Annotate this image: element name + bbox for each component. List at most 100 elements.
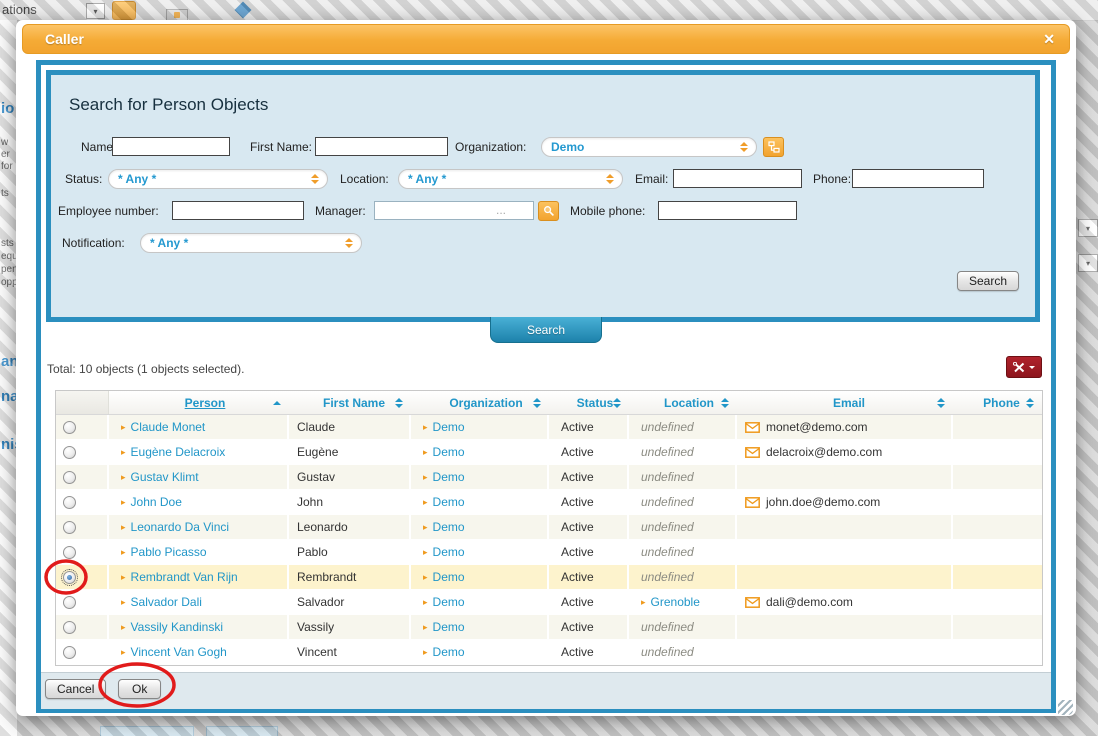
location-cell: undefined xyxy=(629,465,737,489)
bullet-icon: ▸ xyxy=(121,447,126,458)
person-link[interactable]: Claude Monet xyxy=(131,420,206,434)
email-text: monet@demo.com xyxy=(766,420,868,434)
column-header-person[interactable]: Person xyxy=(109,391,289,414)
column-header-organization[interactable]: Organization xyxy=(411,391,549,414)
email-input[interactable] xyxy=(673,169,802,188)
table-body: ▸Claude MonetClaude▸DemoActiveundefinedm… xyxy=(56,415,1042,665)
sort-arrows-icon xyxy=(937,398,945,408)
organization-link[interactable]: Demo xyxy=(433,645,465,659)
organization-link[interactable]: Demo xyxy=(433,545,465,559)
person-radio[interactable] xyxy=(63,571,76,584)
person-radio[interactable] xyxy=(63,521,76,534)
person-radio[interactable] xyxy=(63,596,76,609)
person-radio[interactable] xyxy=(63,496,76,509)
employee-number-input[interactable] xyxy=(172,201,304,220)
organization-link[interactable]: Demo xyxy=(433,420,465,434)
phone-cell xyxy=(953,540,1042,564)
organization-link[interactable]: Demo xyxy=(433,445,465,459)
person-radio[interactable] xyxy=(63,546,76,559)
person-link[interactable]: Eugène Delacroix xyxy=(131,445,226,459)
phone-input[interactable] xyxy=(852,169,984,188)
person-cell: ▸Claude Monet xyxy=(109,415,289,439)
person-radio[interactable] xyxy=(63,646,76,659)
organization-link[interactable]: Demo xyxy=(433,470,465,484)
person-radio[interactable] xyxy=(63,421,76,434)
column-header-status[interactable]: Status xyxy=(549,391,629,414)
dialog-titlebar[interactable]: Caller ✕ xyxy=(22,24,1070,54)
bullet-icon: ▸ xyxy=(121,472,126,483)
phone-cell xyxy=(953,440,1042,464)
cancel-button[interactable]: Cancel xyxy=(45,679,106,699)
email-text: dali@demo.com xyxy=(766,595,853,609)
person-radio[interactable] xyxy=(63,621,76,634)
organization-link[interactable]: Demo xyxy=(433,520,465,534)
organization-select[interactable]: Demo xyxy=(541,137,757,157)
person-radio[interactable] xyxy=(63,471,76,484)
location-cell: undefined xyxy=(629,565,737,589)
table-row: ▸Vincent Van GoghVincent▸DemoActiveundef… xyxy=(56,640,1042,665)
person-radio[interactable] xyxy=(63,446,76,459)
organization-link[interactable]: Demo xyxy=(433,495,465,509)
table-row: ▸Salvador DaliSalvador▸DemoActive▸Grenob… xyxy=(56,590,1042,615)
person-link[interactable]: Gustav Klimt xyxy=(131,470,199,484)
email-envelope-icon[interactable] xyxy=(745,597,760,608)
location-link[interactable]: Grenoble xyxy=(651,595,700,609)
person-link[interactable]: Rembrandt Van Rijn xyxy=(131,570,238,584)
person-cell: ▸ Gustav Klimt xyxy=(109,465,289,489)
actions-menu-button[interactable] xyxy=(1006,356,1042,378)
search-tab[interactable]: Search xyxy=(490,317,602,343)
column-header-email[interactable]: Email xyxy=(737,391,953,414)
email-cell: monet@demo.com xyxy=(737,415,953,439)
bullet-icon: ▸ xyxy=(423,647,428,658)
form-heading: Search for Person Objects xyxy=(69,95,268,115)
resize-grip[interactable] xyxy=(1058,700,1073,715)
location-cell: undefined xyxy=(629,640,737,664)
first-name-input[interactable] xyxy=(315,137,448,156)
column-header-phone[interactable]: Phone xyxy=(953,391,1042,414)
location-cell: undefined xyxy=(629,490,737,514)
notification-label: Notification: xyxy=(62,236,125,250)
column-header-location[interactable]: Location xyxy=(629,391,737,414)
email-envelope-icon[interactable] xyxy=(745,497,760,508)
radio-cell xyxy=(56,515,109,539)
email-envelope-icon[interactable] xyxy=(745,447,760,458)
radio-cell xyxy=(56,465,109,489)
close-icon[interactable]: ✕ xyxy=(1043,31,1055,48)
status-select[interactable]: * Any * xyxy=(108,169,328,189)
manager-input[interactable] xyxy=(374,201,534,220)
person-link[interactable]: Pablo Picasso xyxy=(131,545,207,559)
mobile-phone-input[interactable] xyxy=(658,201,797,220)
person-link[interactable]: Leonardo Da Vinci xyxy=(131,520,230,534)
column-header-label: Location xyxy=(664,396,714,410)
manager-search-button[interactable] xyxy=(538,201,559,221)
location-select[interactable]: * Any * xyxy=(398,169,623,189)
column-header-first-name[interactable]: First Name xyxy=(289,391,411,414)
location-cell: undefined xyxy=(629,615,737,639)
ok-button[interactable]: Ok xyxy=(118,679,161,699)
sort-arrows-icon xyxy=(613,398,621,408)
organization-browse-button[interactable] xyxy=(763,137,784,157)
organization-cell: ▸Demo xyxy=(411,540,549,564)
notification-select[interactable]: * Any * xyxy=(140,233,362,253)
organization-link[interactable]: Demo xyxy=(433,620,465,634)
status-value: * Any * xyxy=(118,172,156,186)
bullet-icon: ▸ xyxy=(423,597,428,608)
email-text: john.doe@demo.com xyxy=(766,495,880,509)
email-envelope-icon[interactable] xyxy=(745,422,760,433)
first-name-cell: Vassily xyxy=(289,615,411,639)
bullet-icon: ▸ xyxy=(423,522,428,533)
person-link[interactable]: Salvador Dali xyxy=(131,595,202,609)
organization-link[interactable]: Demo xyxy=(433,595,465,609)
organization-link[interactable]: Demo xyxy=(433,570,465,584)
organization-value: Demo xyxy=(551,140,584,154)
first-name-cell: Pablo xyxy=(289,540,411,564)
location-cell: undefined xyxy=(629,415,737,439)
person-link[interactable]: John Doe xyxy=(131,495,182,509)
person-link[interactable]: Vincent Van Gogh xyxy=(131,645,227,659)
employee-number-label: Employee number: xyxy=(58,204,159,218)
dialog-title: Caller xyxy=(45,31,84,47)
search-button[interactable]: Search xyxy=(957,271,1019,291)
bullet-icon: ▸ xyxy=(121,597,126,608)
name-input[interactable] xyxy=(112,137,230,156)
person-link[interactable]: Vassily Kandinski xyxy=(131,620,223,634)
